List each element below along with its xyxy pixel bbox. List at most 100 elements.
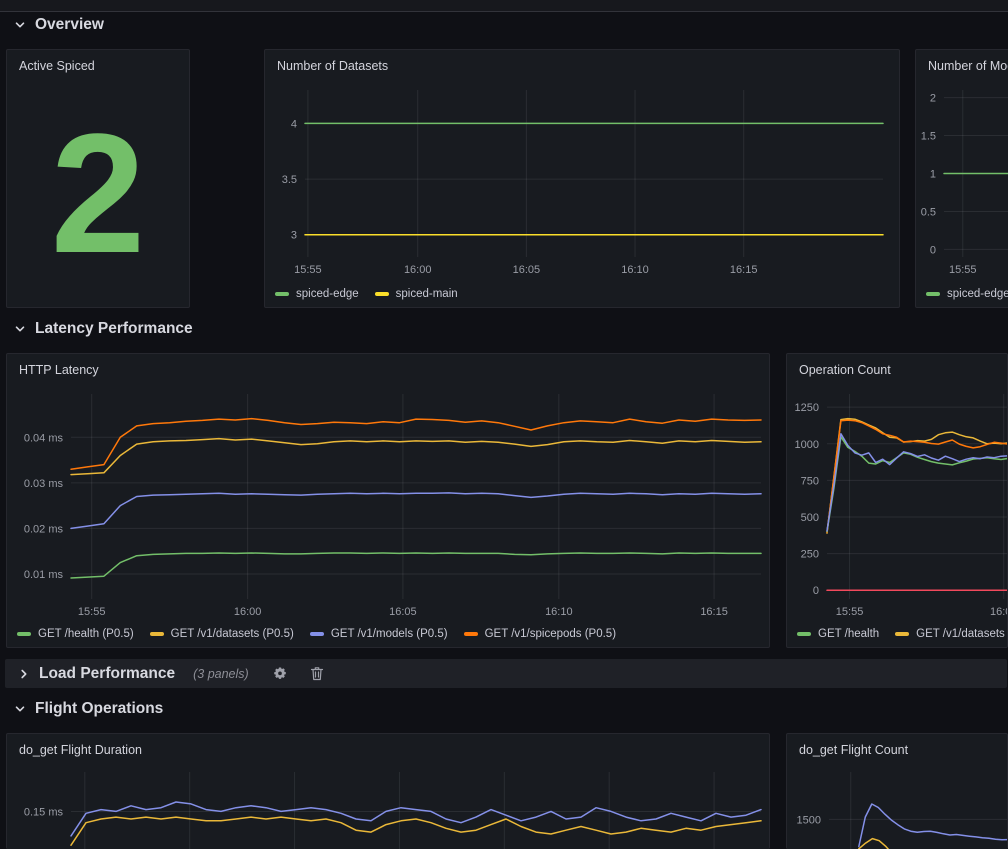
flight-count-chart[interactable]: 1500 [795,766,999,849]
legend-item[interactable]: GET /v1/datasets [895,628,1005,640]
svg-text:3: 3 [291,230,297,242]
panel-title[interactable]: Number of Datasets [265,50,899,80]
datasets-legend: spiced-edge spiced-main [275,288,458,300]
section-header-flight-operations[interactable]: Flight Operations [14,700,163,718]
svg-text:15:55: 15:55 [836,606,864,618]
http-latency-chart[interactable]: 15:55 16:00 16:05 16:10 16:15 0.01 ms 0.02 ms 0… [15,388,761,621]
row-load-performance[interactable]: Load Performance (3 panels) [5,659,1007,688]
section-header-latency-performance[interactable]: Latency Performance [14,320,193,338]
svg-text:16:05: 16:05 [389,606,417,618]
legend-swatch [310,632,324,636]
top-nav-edge [0,0,1008,12]
panel-title[interactable]: Active Spiced [7,50,189,80]
svg-text:16:05: 16:05 [513,264,541,276]
row-delete-button[interactable] [310,666,324,681]
panel-title[interactable]: do_get Flight Count [787,734,1007,764]
stat-value-wrap: 2 [7,80,189,307]
svg-text:0.03 ms: 0.03 ms [24,478,64,490]
section-title: Flight Operations [35,700,163,718]
legend-swatch [926,292,940,296]
svg-text:250: 250 [801,549,819,561]
legend-item[interactable]: GET /v1/datasets (P0.5) [150,628,294,640]
svg-text:3.5: 3.5 [282,174,297,186]
chevron-down-icon [14,703,26,715]
operation-count-chart[interactable]: 15:5516:00025050075010001250 [795,388,999,621]
datasets-chart[interactable]: 15:5516:0016:0516:1016:1533.54 [273,84,891,279]
http-latency-legend: GET /health (P0.5) GET /v1/datasets (P0.5… [17,628,616,640]
svg-text:16:00: 16:00 [990,606,1008,618]
legend-label: GET /v1/datasets [916,628,1005,640]
legend-label: GET /v1/datasets (P0.5) [171,628,294,640]
panel-number-of-datasets: Number of Datasets 15:5516:0016:0516:101… [264,49,900,308]
section-title: Overview [35,16,104,34]
section-header-overview[interactable]: Overview [14,16,104,34]
svg-text:16:15: 16:15 [700,606,728,618]
panel-title[interactable]: Operation Count [787,354,1007,384]
panel-do-get-flight-count: do_get Flight Count 1500 [786,733,1008,849]
legend-item[interactable]: GET /health (P0.5) [17,628,134,640]
svg-text:15:55: 15:55 [78,606,106,618]
svg-text:0.04 ms: 0.04 ms [24,432,64,444]
chevron-down-icon [14,323,26,335]
svg-text:1.5: 1.5 [921,131,936,143]
operation-count-legend: GET /health GET /v1/datasets [797,628,1005,640]
legend-item[interactable]: GET /v1/spicepods (P0.5) [464,628,616,640]
chevron-down-icon [14,19,26,31]
row-settings-button[interactable] [273,666,288,681]
panel-title[interactable]: Number of Models [916,50,1008,80]
svg-text:1500: 1500 [797,814,821,826]
svg-text:1: 1 [930,169,936,181]
models-legend: spiced-edge [926,288,1008,300]
svg-text:2: 2 [930,93,936,105]
legend-swatch [17,632,31,636]
legend-label: GET /health [818,628,879,640]
legend-label: spiced-edge [296,288,359,300]
flight-duration-chart[interactable]: 0.15 ms [15,766,761,849]
svg-text:0.5: 0.5 [921,206,936,218]
svg-text:1000: 1000 [795,439,819,451]
legend-label: GET /v1/models (P0.5) [331,628,448,640]
stat-value: 2 [51,109,146,279]
panel-number-of-models: Number of Models 15:5516:0000.511.52 spi… [915,49,1008,308]
legend-swatch [375,292,389,296]
panel-do-get-flight-duration: do_get Flight Duration 0.15 ms [6,733,770,849]
legend-label: GET /v1/spicepods (P0.5) [485,628,616,640]
svg-text:0.02 ms: 0.02 ms [24,523,64,535]
panel-active-spiced: Active Spiced 2 [6,49,190,308]
svg-text:4: 4 [291,118,297,130]
svg-text:16:15: 16:15 [730,264,758,276]
legend-label: GET /health (P0.5) [38,628,134,640]
panel-title[interactable]: do_get Flight Duration [7,734,769,764]
svg-text:0: 0 [930,244,936,256]
svg-text:0.01 ms: 0.01 ms [24,569,64,581]
legend-swatch [464,632,478,636]
svg-text:16:00: 16:00 [404,264,432,276]
row-title: Load Performance [39,665,175,683]
svg-text:0.15 ms: 0.15 ms [24,806,64,818]
row-panel-count: (3 panels) [193,667,249,681]
legend-swatch [797,632,811,636]
panel-title[interactable]: HTTP Latency [7,354,769,384]
legend-swatch [150,632,164,636]
svg-text:500: 500 [801,512,819,524]
chevron-right-icon [18,668,30,680]
legend-item[interactable]: GET /v1/models (P0.5) [310,628,448,640]
trash-icon [310,666,324,681]
legend-item[interactable]: spiced-main [375,288,458,300]
svg-text:16:10: 16:10 [545,606,573,618]
gear-icon [273,666,288,681]
svg-text:15:55: 15:55 [949,264,977,276]
legend-item[interactable]: GET /health [797,628,879,640]
models-chart[interactable]: 15:5516:0000.511.52 [924,84,1008,279]
svg-text:750: 750 [801,475,819,487]
legend-label: spiced-main [396,288,458,300]
legend-item[interactable]: spiced-edge [275,288,359,300]
legend-label: spiced-edge [947,288,1008,300]
svg-text:1250: 1250 [795,402,819,414]
svg-text:16:00: 16:00 [234,606,262,618]
legend-swatch [895,632,909,636]
svg-text:0: 0 [813,585,819,597]
svg-text:15:55: 15:55 [294,264,322,276]
panel-http-latency: HTTP Latency 15:55 16:00 16:05 16:10 16:15 0.… [6,353,770,648]
legend-item[interactable]: spiced-edge [926,288,1008,300]
